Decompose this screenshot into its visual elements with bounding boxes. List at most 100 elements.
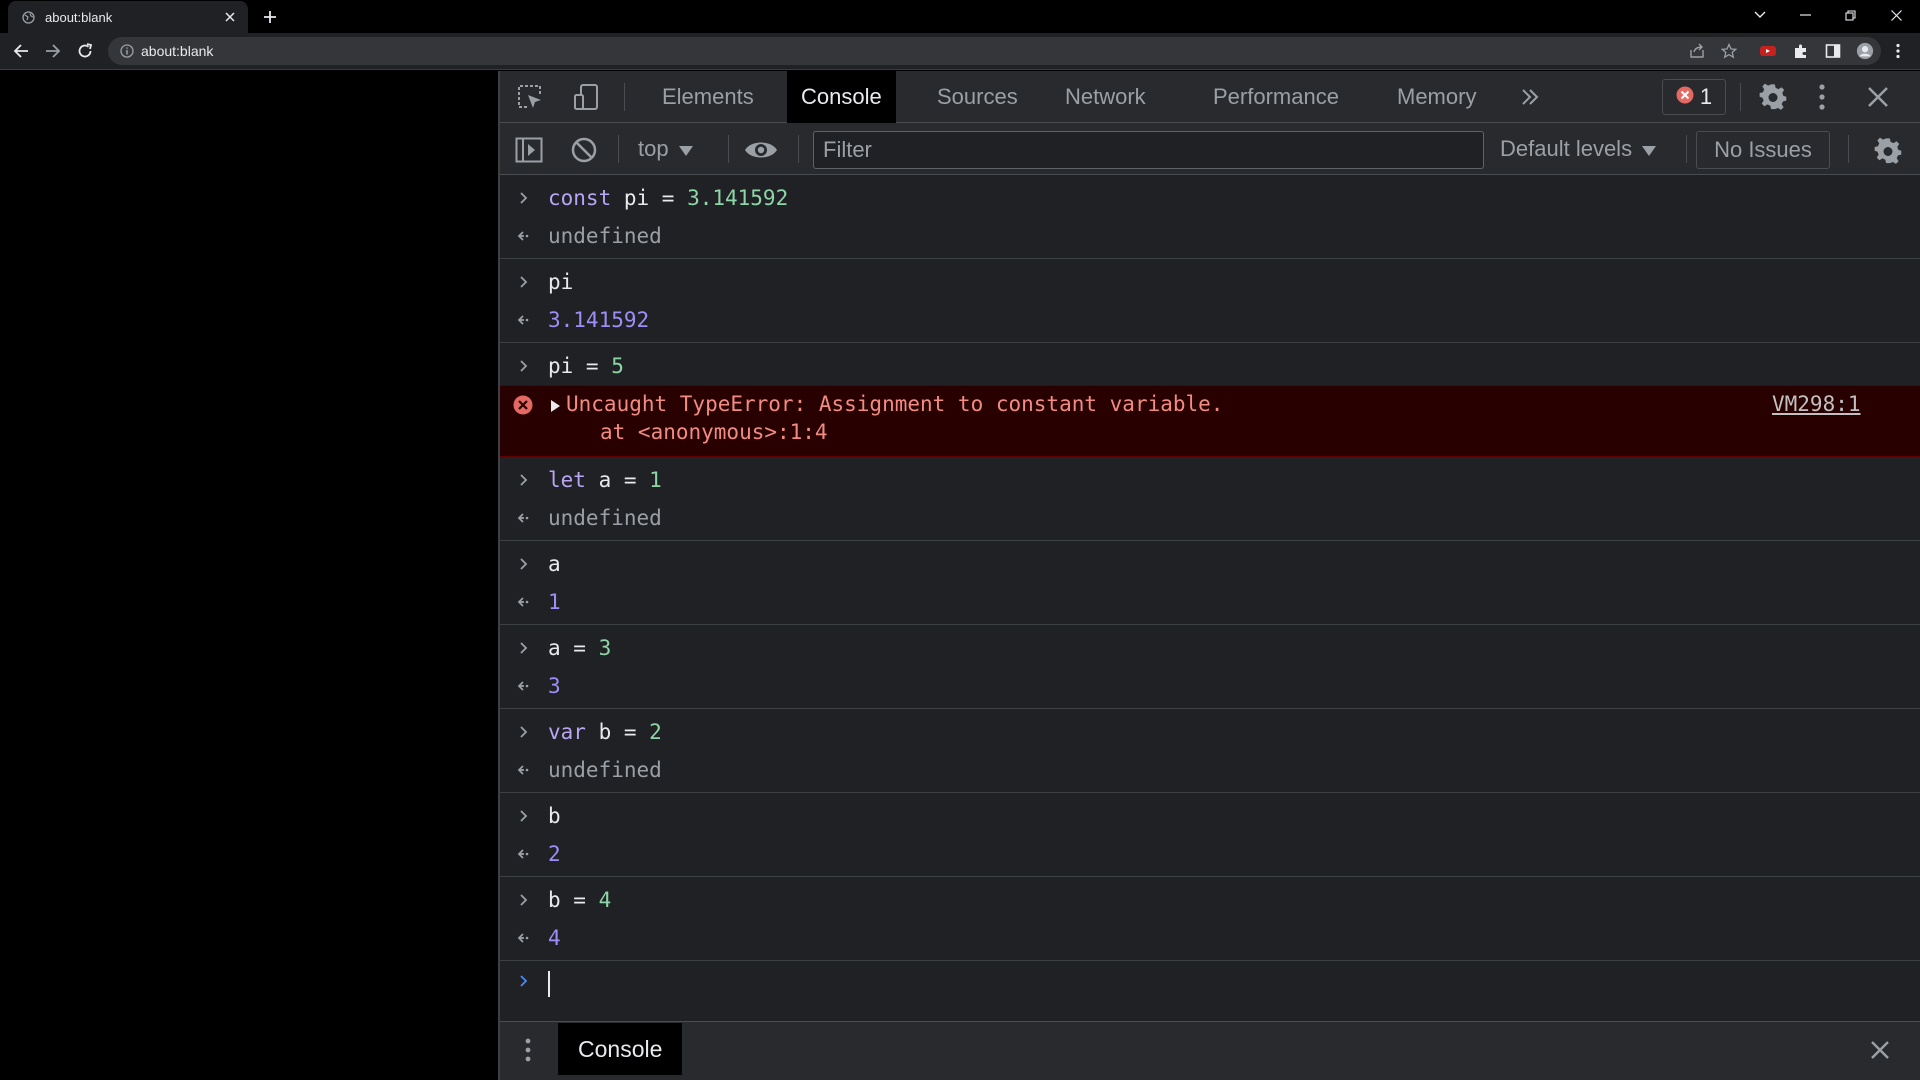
more-tabs-chevron-icon[interactable] (1515, 83, 1545, 111)
drawer-menu-icon[interactable] (518, 1035, 538, 1065)
console-entry: b = 4 4 (500, 877, 1920, 961)
browser-tab[interactable]: about:blank (8, 1, 248, 33)
console-input-line[interactable]: let a = 1 (500, 461, 1920, 499)
error-source-link[interactable]: VM298:1 (1772, 392, 1861, 416)
tab-memory[interactable]: Memory (1383, 71, 1490, 123)
console-input-line[interactable]: a (500, 545, 1920, 583)
error-count: 1 (1699, 84, 1713, 109)
new-tab-button[interactable] (258, 5, 282, 29)
context-selector[interactable]: top (638, 123, 693, 175)
toolbar-divider (618, 135, 619, 163)
console-result-line: 3 (500, 667, 1920, 705)
console-input-line[interactable]: b = 4 (500, 881, 1920, 919)
input-chevron-icon (514, 881, 534, 919)
issues-button[interactable]: No Issues (1696, 131, 1830, 169)
share-icon[interactable] (1688, 42, 1706, 60)
console-input-line[interactable]: pi (500, 263, 1920, 301)
console-prompt[interactable] (500, 961, 1920, 1005)
drawer-bar: Console (500, 1021, 1920, 1080)
filter-box[interactable] (813, 131, 1484, 169)
console-result-line: undefined (500, 217, 1920, 255)
tab-console[interactable]: Console (787, 71, 896, 123)
restore-icon[interactable] (1830, 0, 1870, 30)
input-chevron-icon (514, 713, 534, 751)
show-sidebar-icon[interactable] (514, 135, 544, 165)
inspect-element-icon[interactable] (514, 81, 546, 113)
input-chevron-icon (514, 461, 534, 499)
tab-elements[interactable]: Elements (648, 71, 768, 123)
tab-network[interactable]: Network (1051, 71, 1160, 123)
toolbar-divider (728, 135, 729, 163)
code-number: 3 (598, 636, 612, 660)
address-bar[interactable]: about:blank (108, 37, 1881, 65)
reload-icon[interactable] (73, 39, 97, 63)
console-input-line[interactable]: pi = 5 (500, 347, 1920, 385)
drawer-tab-console[interactable]: Console (558, 1023, 683, 1075)
close-devtools-icon[interactable] (1864, 83, 1892, 111)
page-viewport (0, 71, 498, 1080)
extensions-puzzle-icon[interactable] (1792, 42, 1810, 60)
log-levels-dropdown[interactable]: Default levels (1500, 123, 1657, 175)
minimize-icon[interactable] (1785, 0, 1825, 30)
result-arrow-icon (514, 751, 534, 789)
result-value: undefined (548, 224, 662, 248)
extension-red-icon[interactable] (1759, 42, 1777, 60)
chrome-menu-icon[interactable] (1889, 42, 1907, 60)
side-panel-icon[interactable] (1824, 42, 1842, 60)
levels-dropdown-icon (1642, 136, 1657, 162)
result-value: 4 (548, 926, 561, 950)
result-value: 3 (548, 674, 561, 698)
code-text: a (548, 552, 561, 576)
console-input-line[interactable]: const pi = 3.141592 (500, 179, 1920, 217)
settings-gear-icon[interactable] (1757, 81, 1789, 113)
tab-close-icon[interactable] (222, 9, 238, 25)
close-window-icon[interactable] (1876, 0, 1916, 30)
result-arrow-icon (514, 217, 534, 255)
context-label: top (638, 136, 669, 161)
profile-avatar-icon[interactable] (1856, 42, 1874, 60)
info-icon[interactable] (120, 44, 134, 58)
console-input-line[interactable]: b (500, 797, 1920, 835)
result-arrow-icon (514, 835, 534, 873)
result-value: undefined (548, 506, 662, 530)
bookmark-star-icon[interactable] (1720, 42, 1738, 60)
error-count-badge[interactable]: 1 (1662, 79, 1726, 115)
forward-icon[interactable] (41, 39, 65, 63)
console-toolbar: top Default levels No Issues (500, 123, 1920, 175)
live-expression-eye-icon[interactable] (743, 135, 779, 165)
code-number: 2 (649, 720, 662, 744)
console-settings-gear-icon[interactable] (1872, 135, 1904, 167)
console-result-line: 2 (500, 835, 1920, 873)
tab-title: about:blank (45, 9, 113, 25)
back-icon[interactable] (9, 39, 33, 63)
input-chevron-icon (514, 629, 534, 667)
devtools-panel: Elements Console Sources Network Perform… (498, 71, 1920, 1080)
tab-sources[interactable]: Sources (923, 71, 1032, 123)
console-entry: pi 3.141592 (500, 259, 1920, 343)
clear-console-icon[interactable] (569, 135, 599, 165)
devtools-tab-strip: Elements Console Sources Network Perform… (500, 71, 1920, 123)
code-text: pi = (611, 186, 688, 210)
log-levels-label: Default levels (1500, 136, 1633, 161)
code-text: b = (585, 720, 650, 744)
close-drawer-icon[interactable] (1867, 1037, 1893, 1063)
expand-triangle-icon[interactable] (551, 400, 560, 412)
input-chevron-icon (514, 179, 534, 217)
toolbar-divider (798, 135, 799, 163)
customize-menu-icon[interactable] (1810, 81, 1834, 113)
result-arrow-icon (514, 499, 534, 537)
result-value: undefined (548, 758, 662, 782)
tab-performance[interactable]: Performance (1199, 71, 1353, 123)
device-toolbar-icon[interactable] (570, 81, 602, 113)
console-input-line[interactable]: var b = 2 (500, 713, 1920, 751)
filter-input[interactable] (814, 132, 1483, 168)
context-dropdown-icon (678, 136, 693, 162)
tab-search-icon[interactable] (1740, 0, 1780, 30)
console-entry: var b = 2 undefined (500, 709, 1920, 793)
error-message[interactable]: Uncaught TypeError: Assignment to consta… (500, 385, 1920, 457)
console-input-line[interactable]: a = 3 (500, 629, 1920, 667)
browser-titlebar: about:blank (0, 0, 1920, 33)
code-keyword: let (548, 468, 586, 492)
input-chevron-icon (514, 545, 534, 583)
input-chevron-icon (514, 263, 534, 301)
